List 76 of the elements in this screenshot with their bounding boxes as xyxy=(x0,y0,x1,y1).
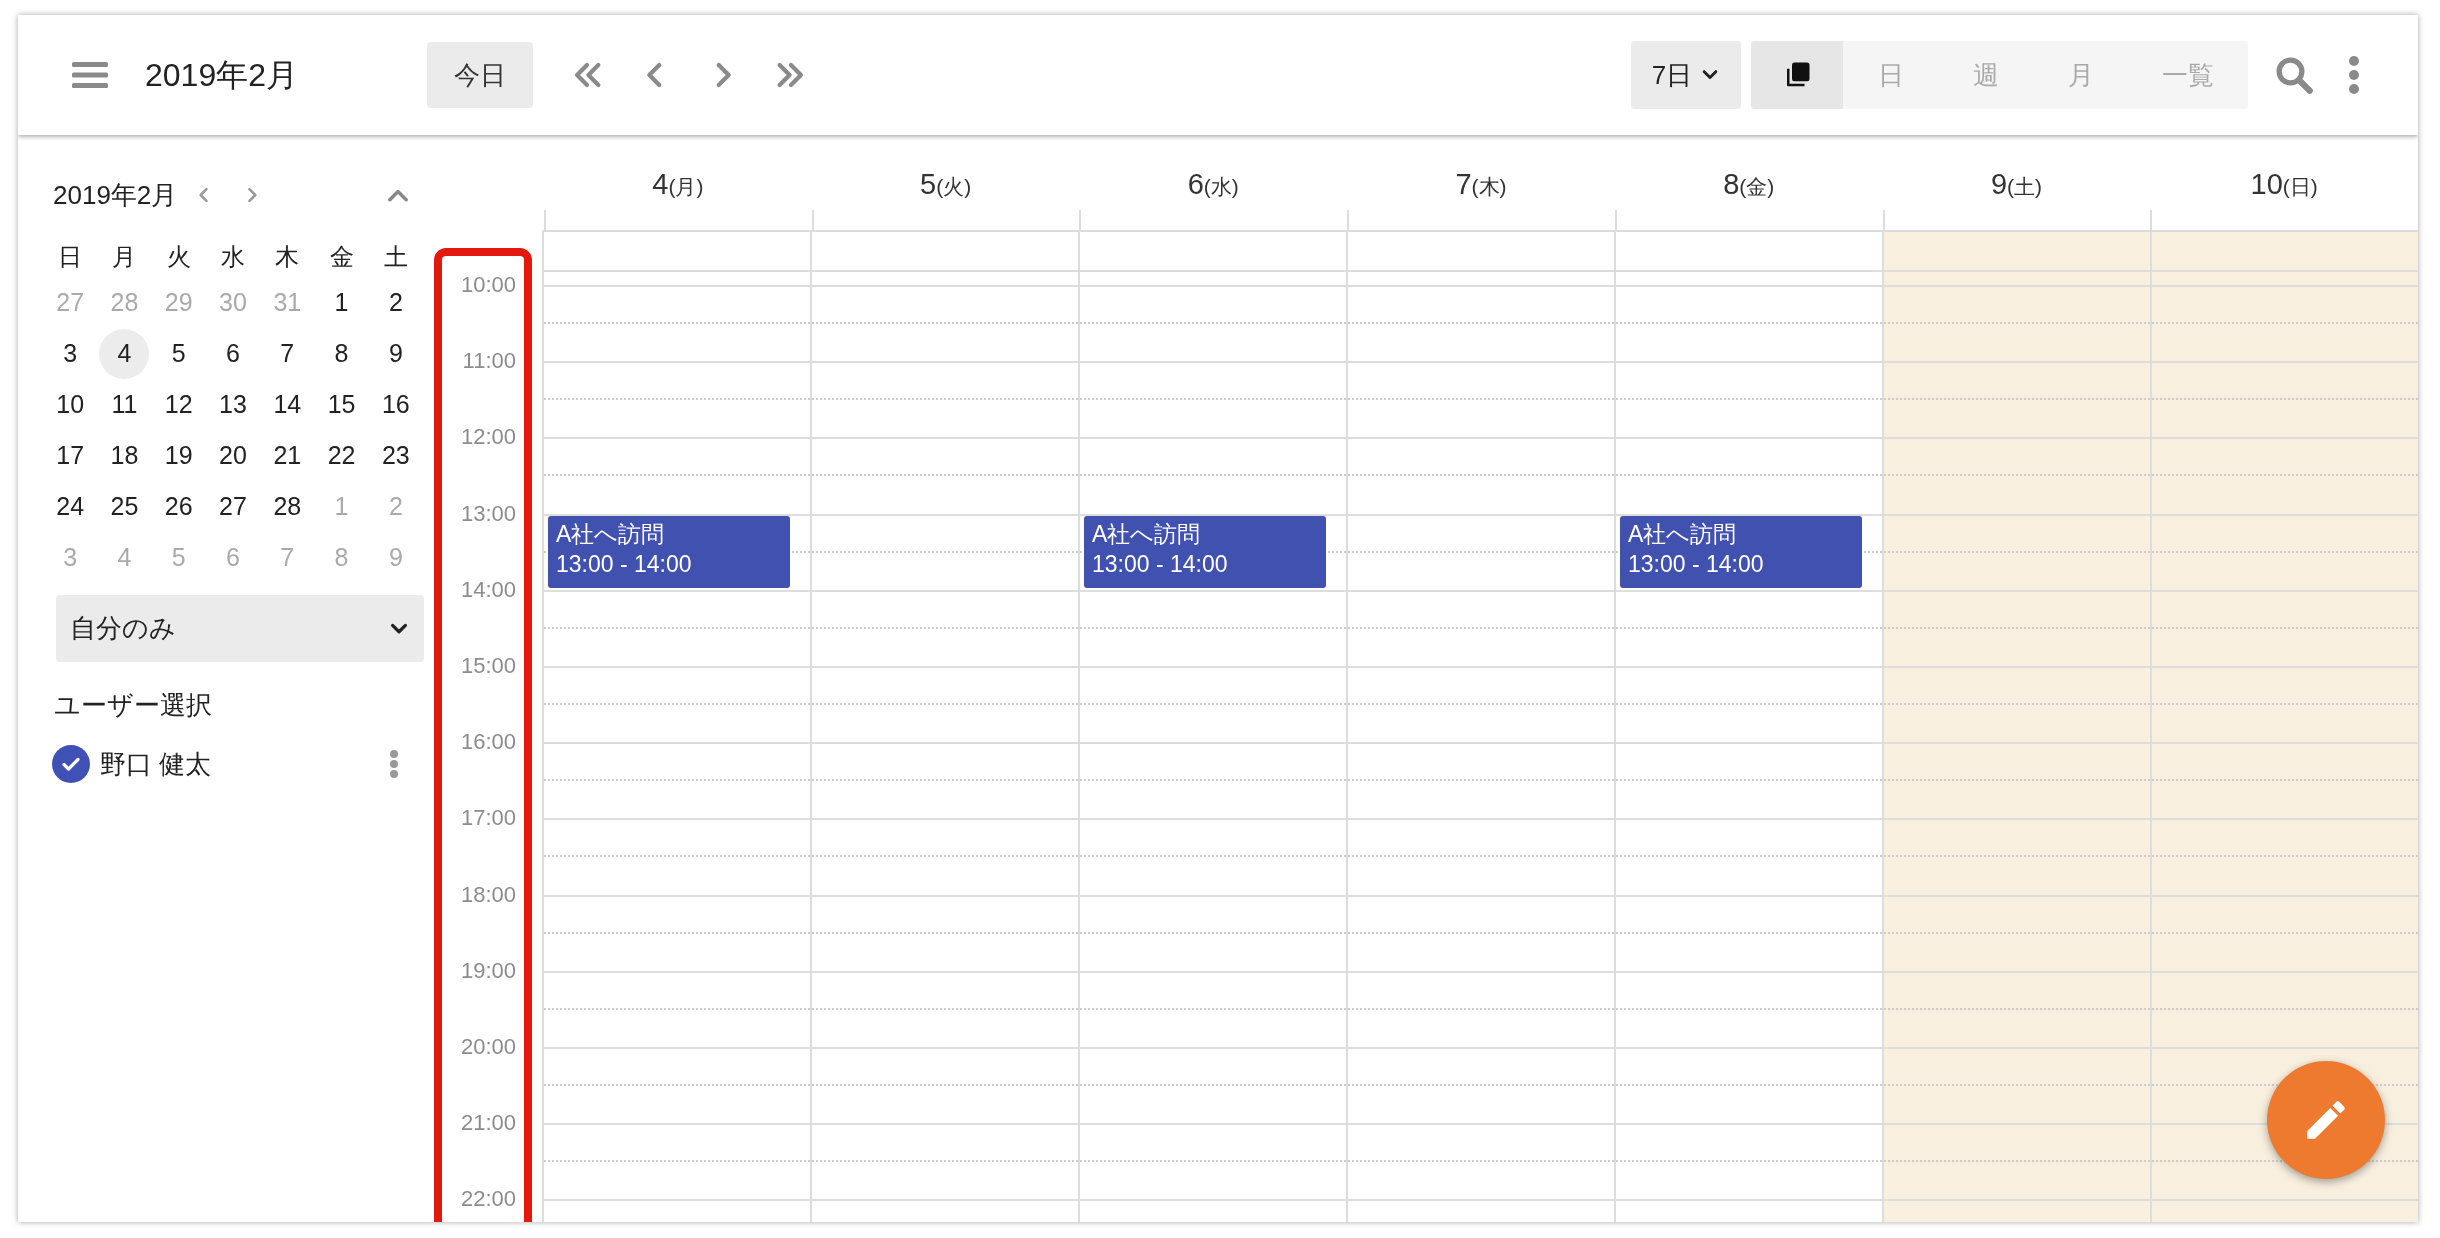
event-time: 13:00 - 14:00 xyxy=(1092,550,1229,579)
date-cell[interactable]: 4 xyxy=(99,328,150,379)
date-cell[interactable]: 15 xyxy=(316,379,367,430)
event-time: 13:00 - 14:00 xyxy=(556,550,693,579)
user-checkbox[interactable] xyxy=(52,745,90,783)
hour-label: 14:00 xyxy=(460,578,516,604)
weekday-label: 水 xyxy=(220,242,246,272)
day-header: 6(水) xyxy=(1187,166,1239,202)
hour-label: 21:00 xyxy=(460,1112,516,1138)
date-cell[interactable]: 2 xyxy=(370,277,421,328)
user-name: 野口 健太 xyxy=(100,747,213,781)
day-header: 5(火) xyxy=(920,166,972,202)
menu-icon xyxy=(72,60,108,90)
date-cell[interactable]: 14 xyxy=(262,379,313,430)
event-title: A社へ訪問 xyxy=(1092,520,1202,549)
date-cell[interactable]: 6 xyxy=(208,328,258,379)
day-header: 9(土) xyxy=(1990,166,2042,202)
view-tab[interactable] xyxy=(1751,41,1843,109)
more-icon xyxy=(2348,55,2360,95)
day-header: 7(木) xyxy=(1455,166,1507,202)
date-cell[interactable]: 21 xyxy=(262,430,313,481)
date-cell[interactable]: 10 xyxy=(45,379,96,430)
date-cell[interactable]: 9 xyxy=(370,328,421,379)
date-cell[interactable]: 18 xyxy=(99,430,150,481)
event-card[interactable]: A社へ訪問 13:00 - 14:00 xyxy=(1084,516,1326,588)
event-time: 13:00 - 14:00 xyxy=(1628,550,1765,579)
hour-label: 13:00 xyxy=(460,502,516,528)
date-cell[interactable]: 26 xyxy=(153,481,204,532)
hour-label: 19:00 xyxy=(460,959,516,985)
section-title: ユーザー選択 xyxy=(54,689,213,722)
date-cell[interactable]: 23 xyxy=(370,430,421,481)
mini-month-title: 2019年2月 xyxy=(53,178,178,212)
date-cell[interactable]: 3 xyxy=(45,328,96,379)
hour-label: 10:00 xyxy=(460,274,516,299)
event-title: A社へ訪問 xyxy=(556,520,666,549)
weekday-label: 土 xyxy=(382,242,409,272)
date-cell[interactable]: 22 xyxy=(316,430,367,481)
event-card[interactable]: A社へ訪問 13:00 - 14:00 xyxy=(548,516,790,588)
hour-label: 11:00 xyxy=(462,350,516,376)
date-cell[interactable]: 25 xyxy=(99,481,150,532)
more-icon xyxy=(389,750,399,778)
day-header: 10(日) xyxy=(2250,166,2318,202)
range-dropdown[interactable]: 7日 xyxy=(1631,41,1741,109)
date-cell[interactable]: 11 xyxy=(99,379,150,430)
hour-label: 18:00 xyxy=(460,883,516,909)
hour-label: 16:00 xyxy=(460,731,516,757)
date-cell[interactable]: 24 xyxy=(45,481,96,532)
date-cell[interactable]: 8 xyxy=(316,328,367,379)
date-cell[interactable]: 5 xyxy=(153,328,204,379)
date-cell[interactable]: 7 xyxy=(262,328,313,379)
hour-label: 15:00 xyxy=(460,654,516,680)
weekday-label: 火 xyxy=(165,242,192,272)
hour-label: 17:00 xyxy=(460,807,516,833)
weekday-label: 金 xyxy=(328,242,355,272)
weekday-label: 日 xyxy=(57,242,84,272)
date-cell[interactable]: 28 xyxy=(262,481,313,532)
date-cell[interactable]: 20 xyxy=(208,430,258,481)
date-cell[interactable]: 13 xyxy=(208,379,258,430)
hour-label: 20:00 xyxy=(460,1035,516,1061)
hour-label: 12:00 xyxy=(460,426,516,452)
hour-label: 22:00 xyxy=(460,1188,516,1214)
event-title: A社へ訪問 xyxy=(1628,520,1738,549)
today-button[interactable]: 今日 xyxy=(427,42,533,108)
date-cell[interactable]: 1 xyxy=(316,277,367,328)
filter-dropdown[interactable]: 自分のみ xyxy=(56,595,424,662)
date-cell[interactable]: 16 xyxy=(370,379,421,430)
event-card[interactable]: A社へ訪問 13:00 - 14:00 xyxy=(1620,516,1862,588)
date-cell[interactable]: 17 xyxy=(45,430,96,481)
day-header: 4(月) xyxy=(652,166,704,202)
date-cell[interactable]: 27 xyxy=(208,481,258,532)
date-cell[interactable]: 12 xyxy=(153,379,204,430)
date-cell[interactable]: 19 xyxy=(153,430,204,481)
weekday-label: 月 xyxy=(111,242,138,272)
weekday-label: 木 xyxy=(274,242,301,272)
day-header: 8(金) xyxy=(1723,166,1775,202)
month-title: 2019年2月 xyxy=(145,56,299,95)
